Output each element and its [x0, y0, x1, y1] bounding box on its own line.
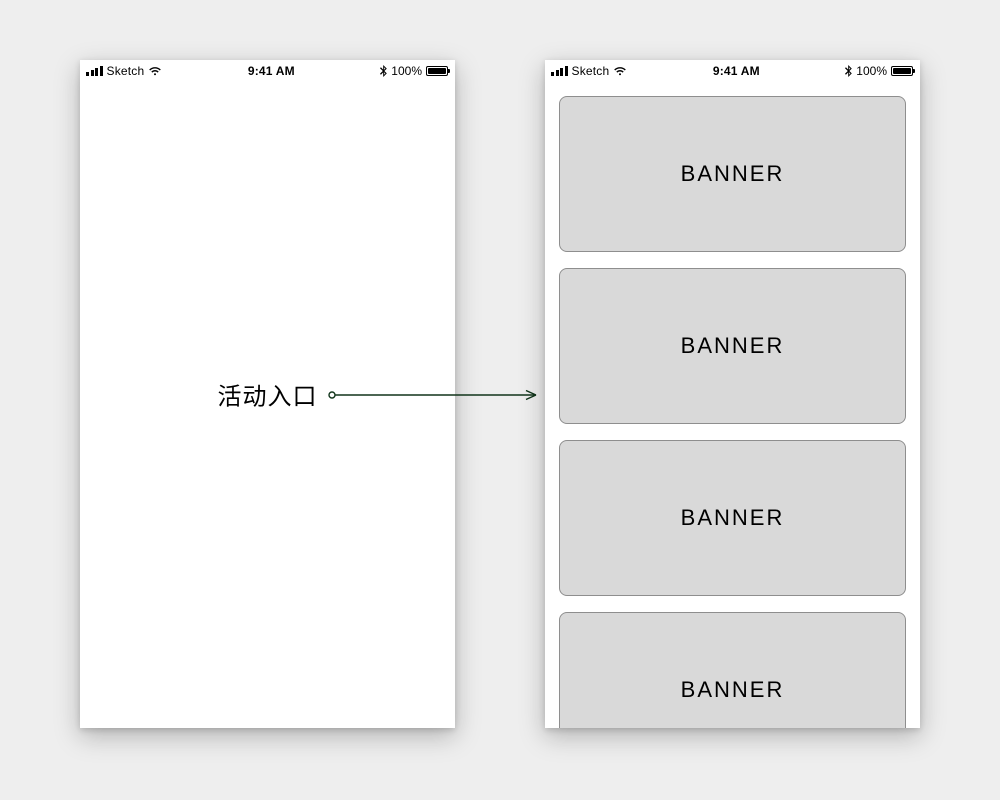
- banner-card[interactable]: BANNER: [559, 612, 906, 728]
- carrier-label: Sketch: [107, 64, 145, 78]
- banner-list[interactable]: BANNER BANNER BANNER BANNER: [559, 96, 906, 728]
- banner-label: BANNER: [681, 161, 785, 187]
- status-bar-left: Sketch: [86, 64, 162, 78]
- activity-entry-link[interactable]: 活动入口: [218, 377, 318, 412]
- signal-icon: [86, 66, 103, 76]
- carrier-label: Sketch: [572, 64, 610, 78]
- status-bar: Sketch 9:41 AM 100%: [545, 60, 920, 82]
- entry-link-row: 活动入口: [80, 377, 455, 412]
- status-time: 9:41 AM: [713, 64, 760, 78]
- wifi-icon: [613, 66, 627, 76]
- battery-percent: 100%: [856, 64, 887, 78]
- status-bar-left: Sketch: [551, 64, 627, 78]
- battery-percent: 100%: [391, 64, 422, 78]
- banner-card[interactable]: BANNER: [559, 96, 906, 252]
- bluetooth-icon: [380, 65, 387, 77]
- battery-icon: [426, 66, 448, 76]
- status-bar-right: 100%: [845, 64, 913, 78]
- bluetooth-icon: [845, 65, 852, 77]
- phone-mock-right: Sketch 9:41 AM 100% BANNER BANNE: [545, 60, 920, 728]
- wifi-icon: [148, 66, 162, 76]
- banner-label: BANNER: [681, 505, 785, 531]
- banner-card[interactable]: BANNER: [559, 268, 906, 424]
- status-bar: Sketch 9:41 AM 100%: [80, 60, 455, 82]
- battery-icon: [891, 66, 913, 76]
- status-bar-right: 100%: [380, 64, 448, 78]
- phone-mock-left: Sketch 9:41 AM 100% 活动入口: [80, 60, 455, 728]
- signal-icon: [551, 66, 568, 76]
- status-time: 9:41 AM: [248, 64, 295, 78]
- banner-label: BANNER: [681, 677, 785, 703]
- banner-card[interactable]: BANNER: [559, 440, 906, 596]
- banner-label: BANNER: [681, 333, 785, 359]
